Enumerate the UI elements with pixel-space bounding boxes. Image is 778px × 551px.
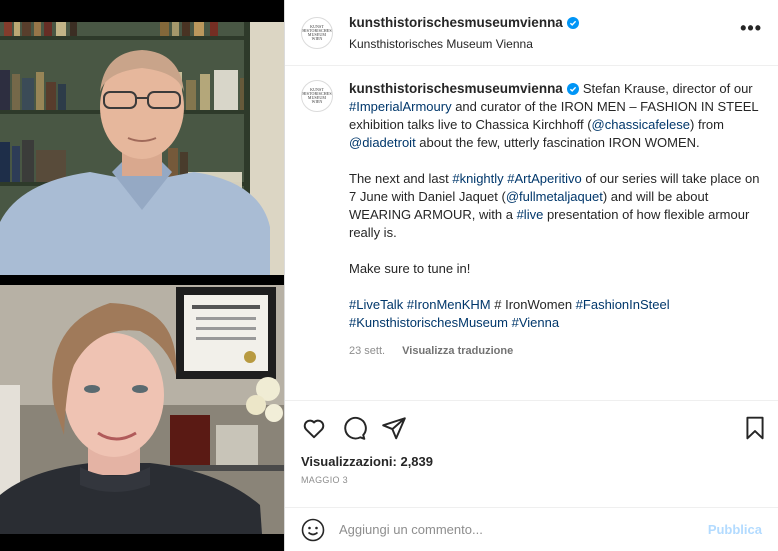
post-date[interactable]: MAGGIO 3	[285, 469, 778, 507]
caption-text-segment: # IronWomen	[490, 297, 576, 312]
hashtag-link[interactable]: #ImperialArmoury	[349, 99, 452, 114]
header-display-name[interactable]: Kunsthistorisches Museum Vienna	[349, 37, 736, 51]
more-options-icon[interactable]: •••	[736, 18, 766, 47]
paper-plane-icon[interactable]	[381, 415, 407, 441]
post-details-panel: KUNST HISTORISCHES MUSEUM WIEN kunsthist…	[284, 0, 778, 551]
hashtag-link[interactable]: #LiveTalk	[349, 297, 403, 312]
caption-text-segment: Stefan Krause, director of our	[582, 81, 753, 96]
caption-paragraph-4: #LiveTalk #IronMenKHM # IronWomen #Fashi…	[349, 296, 762, 332]
caption-row: KUNST HISTORISCHES MUSEUM WIEN kunsthist…	[301, 80, 762, 360]
post-media[interactable]	[0, 0, 284, 551]
hashtag-link[interactable]: #ArtAperitivo	[507, 171, 581, 186]
video-frame-man	[0, 22, 284, 275]
caption-username[interactable]: kunsthistorischesmuseumvienna	[349, 80, 579, 98]
header-account-info: kunsthistorischesmuseumvienna Kunsthisto…	[349, 14, 736, 51]
caption-area: KUNST HISTORISCHES MUSEUM WIEN kunsthist…	[285, 66, 778, 400]
hashtag-link[interactable]: #FashionInSteel	[576, 297, 670, 312]
publish-button[interactable]: Pubblica	[708, 522, 762, 537]
comment-icon[interactable]	[341, 415, 367, 441]
instagram-post-modal: KUNST HISTORISCHES MUSEUM WIEN kunsthist…	[0, 0, 778, 551]
caption-paragraph-2: The next and last #knightly #ArtAperitiv…	[349, 170, 762, 242]
bookmark-icon[interactable]	[742, 415, 768, 441]
mention-link[interactable]: @diadetroit	[349, 135, 416, 150]
hashtag-link[interactable]: #Vienna	[512, 315, 559, 330]
caption-paragraph-1: kunsthistorischesmuseumvienna Stefan Krau…	[349, 80, 762, 152]
emoji-icon[interactable]	[301, 518, 325, 542]
comment-composer: Pubblica	[285, 507, 778, 551]
caption-meta: 23 sett. Visualizza traduzione	[349, 342, 762, 360]
verified-badge-icon	[566, 83, 579, 95]
post-age[interactable]: 23 sett.	[349, 345, 385, 357]
hashtag-link[interactable]: #KunsthistorischesMuseum	[349, 315, 508, 330]
see-translation-link[interactable]: Visualizza traduzione	[402, 345, 513, 357]
verified-badge-icon	[566, 16, 579, 29]
caption-avatar[interactable]: KUNST HISTORISCHES MUSEUM WIEN	[301, 80, 333, 112]
video-frame-woman	[0, 285, 284, 534]
views-count[interactable]: Visualizzazioni: 2,839	[285, 454, 778, 469]
caption-paragraph-3: Make sure to tune in!	[349, 261, 471, 276]
hashtag-link[interactable]: #IronMenKHM	[407, 297, 491, 312]
hashtag-link[interactable]: #live	[517, 207, 544, 222]
caption-text-segment: The next and last	[349, 171, 453, 186]
caption-text-segment: about the few, utterly fascination IRON …	[415, 135, 700, 150]
avatar-logo-text: KUNST HISTORISCHES MUSEUM WIEN	[302, 23, 332, 41]
header-username-text[interactable]: kunsthistorischesmuseumvienna	[349, 15, 563, 30]
header-username[interactable]: kunsthistorischesmuseumvienna	[349, 15, 579, 30]
hashtag-link[interactable]: #knightly	[452, 171, 503, 186]
comment-input[interactable]	[339, 522, 708, 537]
action-bar	[285, 400, 778, 454]
views-label: Visualizzazioni:	[301, 454, 397, 469]
video-feed-top	[0, 22, 284, 275]
post-header: KUNST HISTORISCHES MUSEUM WIEN kunsthist…	[285, 0, 778, 66]
caption-avatar-logo-text: KUNST HISTORISCHES MUSEUM WIEN	[302, 87, 332, 104]
caption-username-text[interactable]: kunsthistorischesmuseumvienna	[349, 80, 563, 98]
mention-link[interactable]: @chassicafelese	[592, 117, 690, 132]
caption-text: kunsthistorischesmuseumvienna Stefan Krau…	[349, 80, 762, 360]
mention-link[interactable]: @fullmetaljaquet	[506, 189, 603, 204]
caption-text-segment: ) from	[690, 117, 724, 132]
views-value: 2,839	[400, 454, 434, 469]
heart-icon[interactable]	[301, 415, 327, 441]
video-feed-bottom	[0, 285, 284, 534]
account-avatar[interactable]: KUNST HISTORISCHES MUSEUM WIEN	[301, 16, 333, 49]
